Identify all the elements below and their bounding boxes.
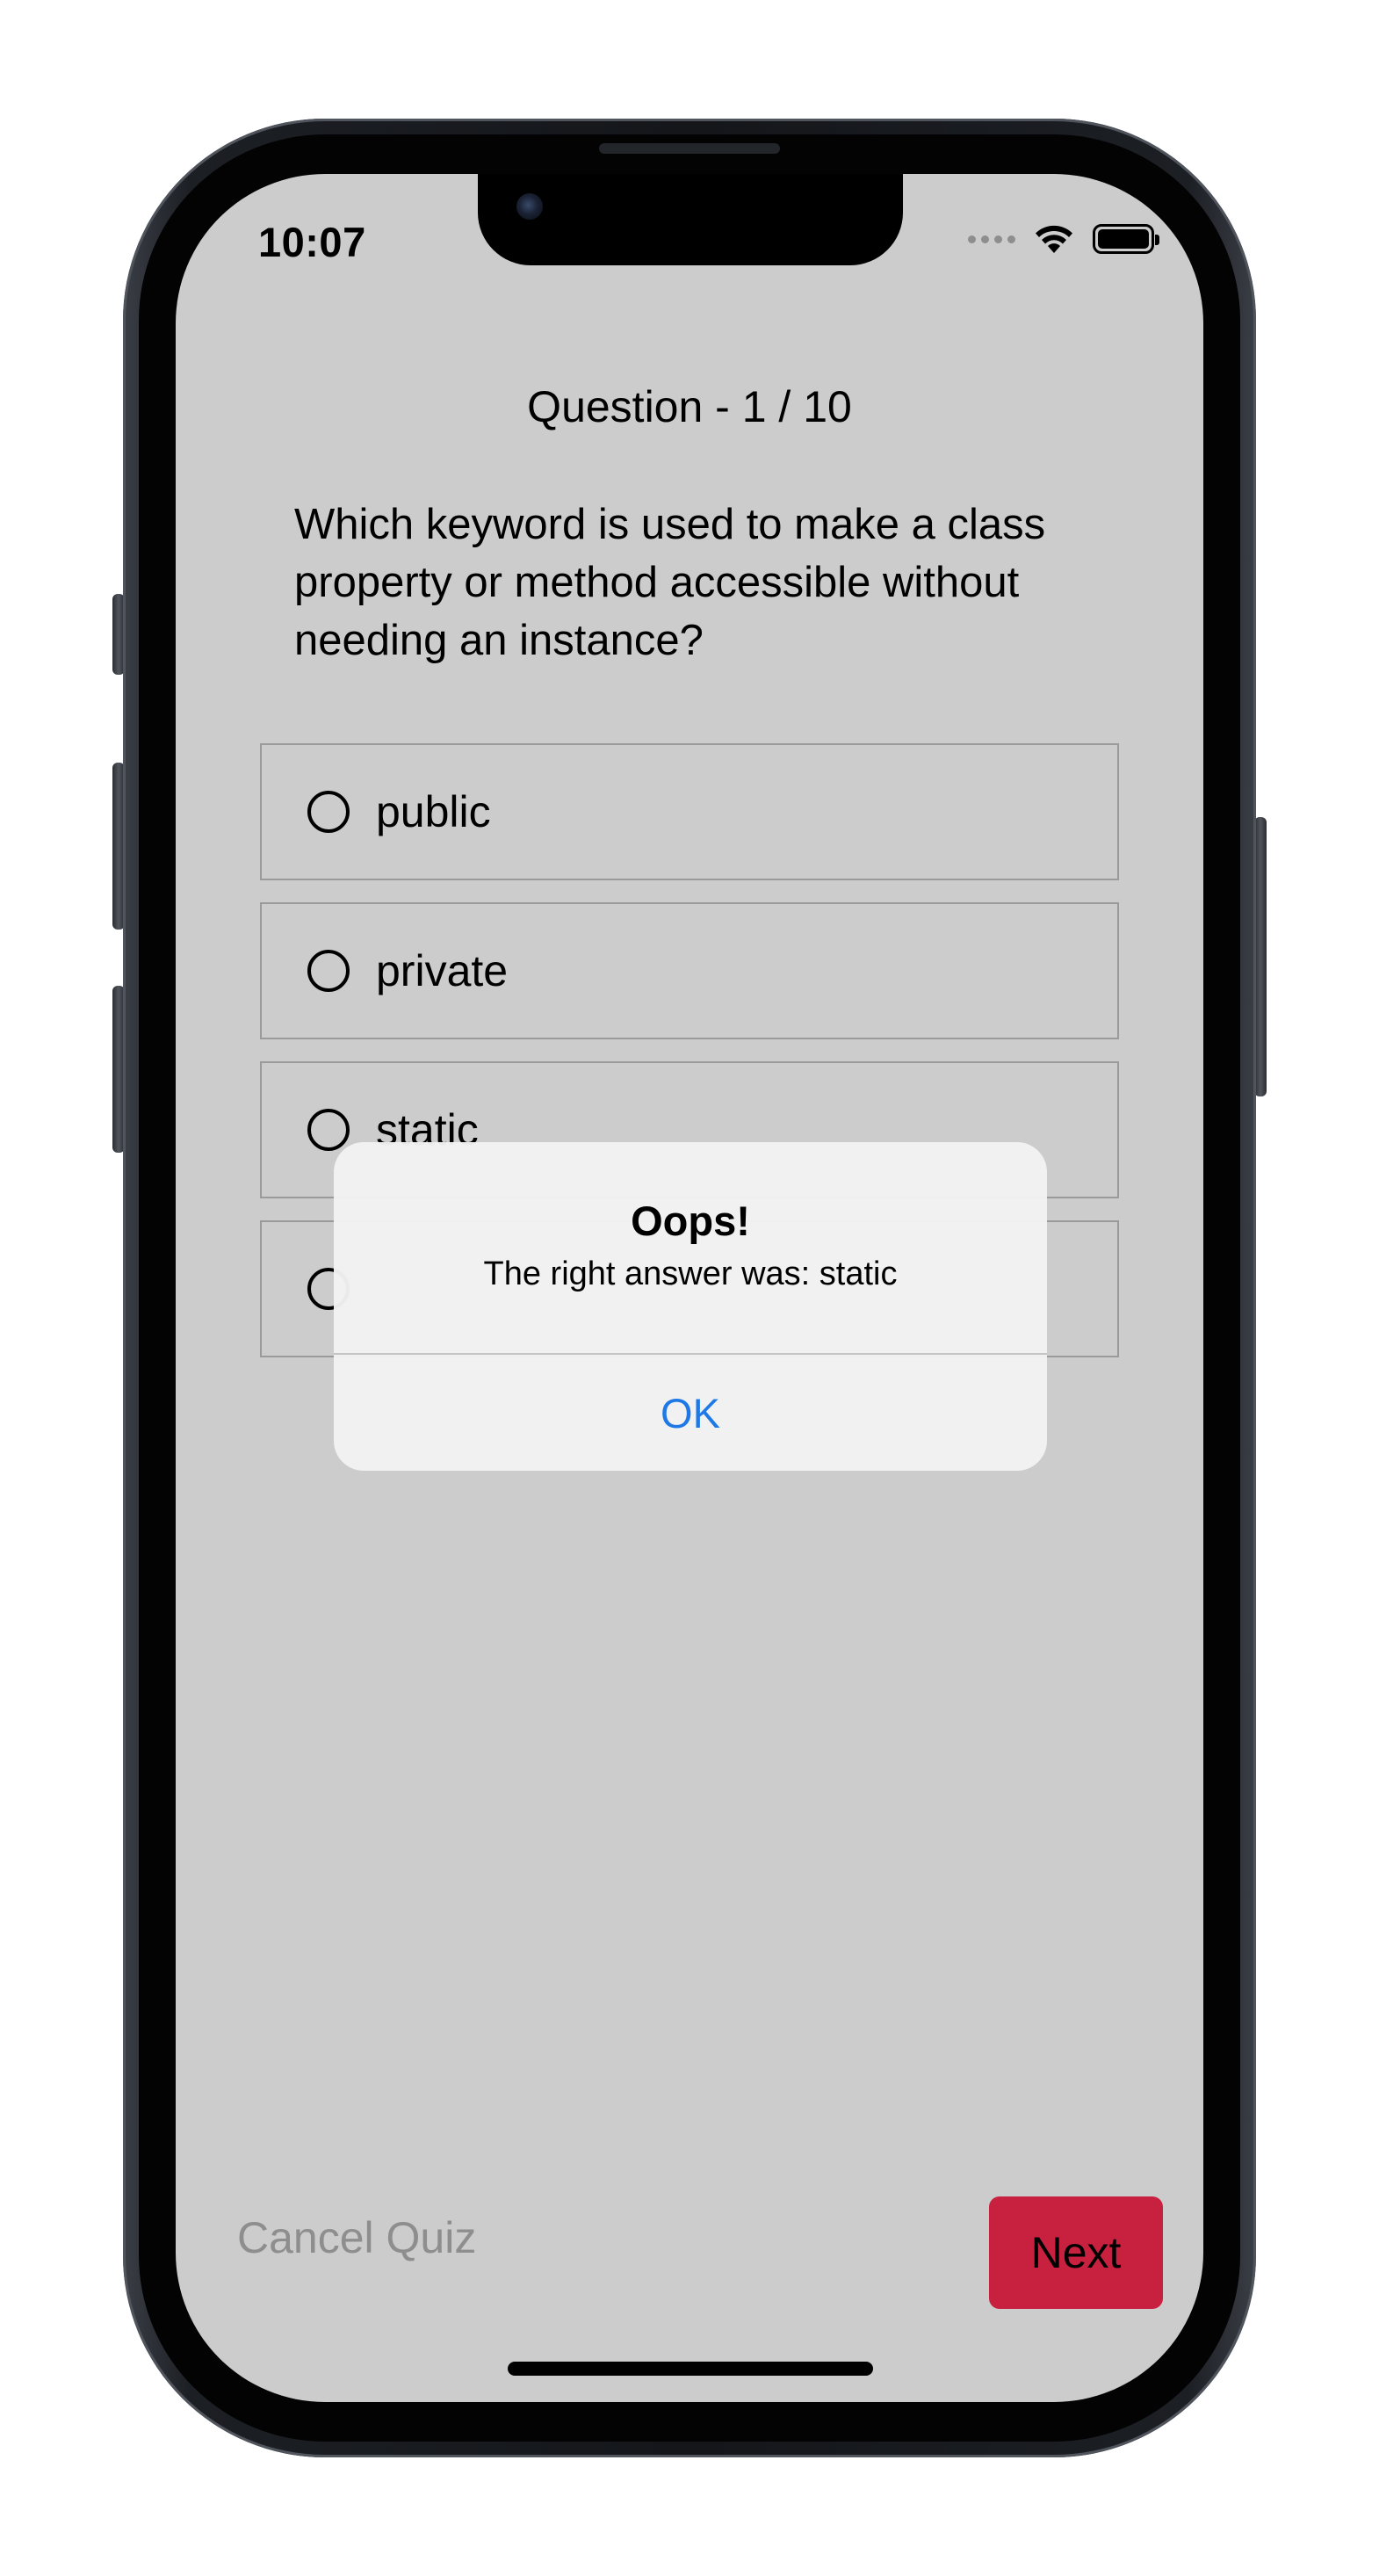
signal-dots-icon <box>968 235 1015 243</box>
home-indicator[interactable] <box>508 2362 873 2376</box>
answer-option-label: public <box>376 787 491 836</box>
battery-icon <box>1093 224 1159 254</box>
alert-message: The right answer was: static <box>483 1255 898 1292</box>
alert-ok-button[interactable]: OK <box>334 1355 1047 1471</box>
cancel-quiz-button[interactable]: Cancel Quiz <box>237 2212 476 2263</box>
wifi-icon <box>1036 225 1072 253</box>
status-icons <box>968 221 1159 257</box>
answer-option-public[interactable]: public <box>260 743 1119 880</box>
answer-alert: Oops! The right answer was: static OK <box>334 1142 1047 1471</box>
phone-screen: 10:07 Question - 1 / 10 Which keyword is… <box>176 174 1203 2402</box>
radio-unchecked-icon <box>307 950 350 992</box>
answer-option-label: private <box>376 946 509 995</box>
radio-unchecked-icon <box>307 791 350 833</box>
alert-title: Oops! <box>631 1198 750 1244</box>
notch <box>478 174 903 265</box>
question-text: Which keyword is used to make a class pr… <box>294 501 1046 664</box>
status-time: 10:07 <box>258 219 366 265</box>
radio-unchecked-icon <box>307 1109 350 1151</box>
power-button <box>1254 817 1267 1096</box>
question-progress: Question - 1 / 10 <box>527 382 852 431</box>
next-button[interactable]: Next <box>989 2196 1163 2309</box>
earpiece-speaker <box>599 143 780 154</box>
answer-option-private[interactable]: private <box>260 902 1119 1039</box>
front-camera-icon <box>516 193 543 220</box>
